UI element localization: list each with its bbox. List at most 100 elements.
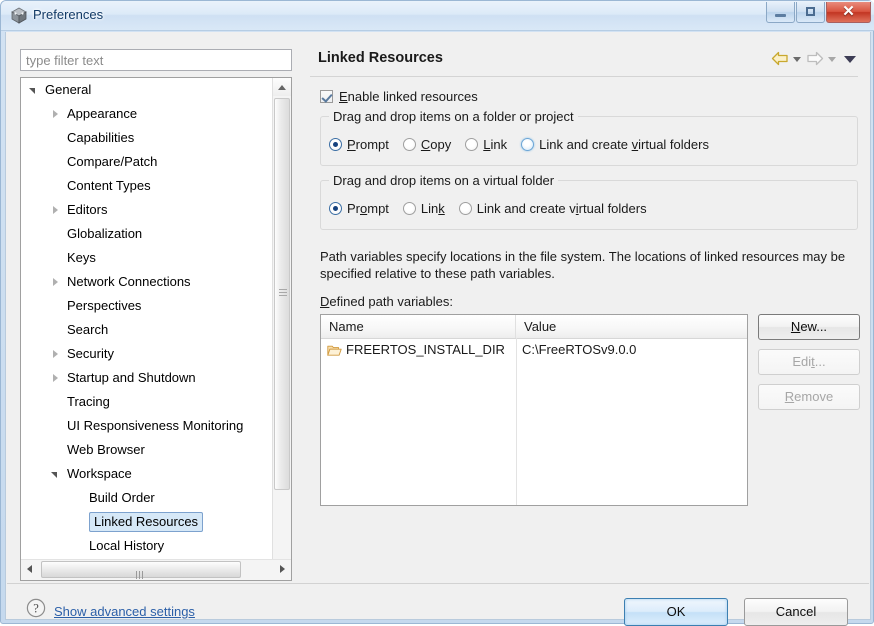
tree-collapse-arrow-icon[interactable] bbox=[51, 198, 63, 222]
tree-item-ui-responsiveness-monitoring[interactable]: UI Responsiveness Monitoring bbox=[21, 414, 273, 438]
tree-expand-arrow-icon[interactable] bbox=[29, 78, 41, 102]
radio-indicator[interactable] bbox=[458, 202, 472, 215]
back-arrow-icon[interactable] bbox=[771, 51, 789, 66]
scroll-left-arrow-icon[interactable] bbox=[21, 560, 39, 579]
path-variable-name: FREERTOS_INSTALL_DIR bbox=[346, 342, 505, 357]
table-body: FREERTOS_INSTALL_DIR C:\FreeRTOSv9.0.0 bbox=[321, 339, 747, 361]
tree-collapse-arrow-icon[interactable] bbox=[51, 342, 63, 366]
tree-item-search[interactable]: Search bbox=[21, 318, 273, 342]
tree-item-label: Workspace bbox=[67, 466, 132, 481]
radio-indicator[interactable] bbox=[521, 138, 535, 151]
radio-link-and-create-virtual-folders[interactable]: Link and create virtual folders bbox=[521, 137, 709, 152]
tree-item-capabilities[interactable]: Capabilities bbox=[21, 126, 273, 150]
tree-collapse-arrow-icon[interactable] bbox=[51, 366, 63, 390]
new-button[interactable]: New... bbox=[758, 314, 860, 340]
vertical-scroll-thumb[interactable] bbox=[274, 98, 290, 490]
radio-prompt[interactable]: Prompt bbox=[329, 137, 389, 152]
column-header-name[interactable]: Name bbox=[321, 315, 516, 338]
tree-item-label: Local History bbox=[89, 538, 165, 553]
cancel-button[interactable]: Cancel bbox=[744, 598, 848, 626]
back-dropdown-icon[interactable] bbox=[792, 53, 803, 64]
enable-linked-resources-row[interactable]: Enable linked resources bbox=[320, 89, 478, 104]
enable-linked-resources-checkbox[interactable] bbox=[320, 90, 333, 103]
path-variables-table[interactable]: Name Value FREERTOS_INSTALL_DIR C:\FreeRT… bbox=[320, 314, 748, 506]
radio-indicator[interactable] bbox=[329, 138, 342, 151]
forward-arrow-icon bbox=[807, 51, 824, 66]
tree-item-label: Globalization bbox=[67, 226, 143, 241]
group-virtual-options: Prompt Link Link and create virtual folder… bbox=[329, 201, 661, 216]
window-title: Preferences bbox=[33, 7, 104, 22]
cell-value: C:\FreeRTOSv9.0.0 bbox=[522, 342, 637, 357]
radio-label: Link bbox=[420, 201, 445, 216]
tree-item-web-browser[interactable]: Web Browser bbox=[21, 438, 273, 462]
scroll-up-arrow-icon[interactable] bbox=[273, 78, 291, 96]
path-variables-description: Path variables specify locations in the … bbox=[320, 249, 846, 281]
radio-link[interactable]: Link bbox=[402, 201, 445, 216]
close-button[interactable]: ✕ bbox=[826, 2, 871, 23]
tree-item-label: Appearance bbox=[67, 106, 138, 121]
table-row[interactable]: FREERTOS_INSTALL_DIR C:\FreeRTOSv9.0.0 bbox=[321, 339, 747, 361]
show-advanced-settings-link[interactable]: Show advanced settings bbox=[54, 604, 195, 619]
horizontal-scroll-thumb[interactable] bbox=[41, 561, 241, 579]
table-action-buttons: New... Edit... Remove bbox=[758, 314, 860, 419]
radio-indicator[interactable] bbox=[465, 138, 479, 151]
radio-indicator[interactable] bbox=[402, 138, 416, 151]
preferences-cube-icon bbox=[11, 7, 27, 24]
tree-item-appearance[interactable]: Appearance bbox=[21, 102, 273, 126]
radio-copy[interactable]: Copy bbox=[402, 137, 451, 152]
tree-vertical-scrollbar[interactable] bbox=[272, 78, 291, 560]
maximize-button[interactable] bbox=[796, 2, 825, 23]
group-virtual-folder: Drag and drop items on a virtual folder … bbox=[320, 173, 858, 230]
tree-expand-arrow-icon[interactable] bbox=[51, 462, 63, 486]
tree-item-tracing[interactable]: Tracing bbox=[21, 390, 273, 414]
ok-button[interactable]: OK bbox=[624, 598, 728, 626]
enable-linked-resources-label: Enable linked resources bbox=[339, 89, 478, 104]
tree-item-perspectives[interactable]: Perspectives bbox=[21, 294, 273, 318]
tree-item-linked-resources[interactable]: Linked Resources bbox=[21, 510, 273, 534]
tree-item-build-order[interactable]: Build Order bbox=[21, 486, 273, 510]
tree-collapse-arrow-icon[interactable] bbox=[51, 102, 63, 126]
cell-name: FREERTOS_INSTALL_DIR bbox=[321, 339, 516, 361]
radio-indicator[interactable] bbox=[329, 202, 342, 215]
radio-link-and-create-virtual-folders[interactable]: Link and create virtual folders bbox=[458, 201, 647, 216]
radio-prompt[interactable]: Prompt bbox=[329, 201, 389, 216]
column-divider bbox=[516, 338, 517, 505]
tree-item-keys[interactable]: Keys bbox=[21, 246, 273, 270]
forward-dropdown-icon[interactable] bbox=[827, 53, 838, 64]
tree-item-compare-patch[interactable]: Compare/Patch bbox=[21, 150, 273, 174]
tree-item-label: Build Order bbox=[89, 490, 155, 505]
tree-item-label: Linked Resources bbox=[89, 512, 204, 532]
tree-item-content-types[interactable]: Content Types bbox=[21, 174, 273, 198]
scroll-grip-icon bbox=[279, 289, 287, 297]
scroll-right-arrow-icon[interactable] bbox=[273, 560, 291, 579]
tree-horizontal-scrollbar[interactable] bbox=[21, 559, 291, 580]
tree-item-label: Tracing bbox=[67, 394, 110, 409]
title-separator bbox=[310, 76, 858, 77]
defined-path-variables-label: Defined path variables: bbox=[320, 294, 453, 309]
help-question-icon[interactable]: ? bbox=[26, 598, 46, 618]
column-header-value[interactable]: Value bbox=[516, 315, 747, 338]
tree-item-label: UI Responsiveness Monitoring bbox=[67, 418, 244, 433]
scroll-grip-icon bbox=[136, 567, 146, 579]
table-header: Name Value bbox=[321, 315, 747, 339]
page-title: Linked Resources bbox=[318, 50, 443, 66]
tree-item-label: Search bbox=[67, 322, 109, 337]
tree-collapse-arrow-icon[interactable] bbox=[51, 270, 63, 294]
view-menu-icon[interactable] bbox=[844, 52, 858, 66]
minimize-button[interactable] bbox=[766, 2, 795, 23]
tree-item-globalization[interactable]: Globalization bbox=[21, 222, 273, 246]
radio-link[interactable]: Link bbox=[465, 137, 507, 152]
filter-input[interactable] bbox=[20, 49, 292, 71]
radio-indicator[interactable] bbox=[402, 202, 416, 215]
tree-item-label: Content Types bbox=[67, 178, 151, 193]
tree-item-network-connections[interactable]: Network Connections bbox=[21, 270, 273, 294]
radio-label: Link and create virtual folders bbox=[539, 137, 709, 152]
tree-item-security[interactable]: Security bbox=[21, 342, 273, 366]
tree-item-local-history[interactable]: Local History bbox=[21, 534, 273, 558]
tree-item-workspace[interactable]: Workspace bbox=[21, 462, 273, 486]
group-folder-or-project: Drag and drop items on a folder or proje… bbox=[320, 109, 858, 166]
tree-item-label: Compare/Patch bbox=[67, 154, 158, 169]
tree-item-editors[interactable]: Editors bbox=[21, 198, 273, 222]
tree-item-general[interactable]: General bbox=[21, 78, 273, 102]
tree-item-startup-and-shutdown[interactable]: Startup and Shutdown bbox=[21, 366, 273, 390]
